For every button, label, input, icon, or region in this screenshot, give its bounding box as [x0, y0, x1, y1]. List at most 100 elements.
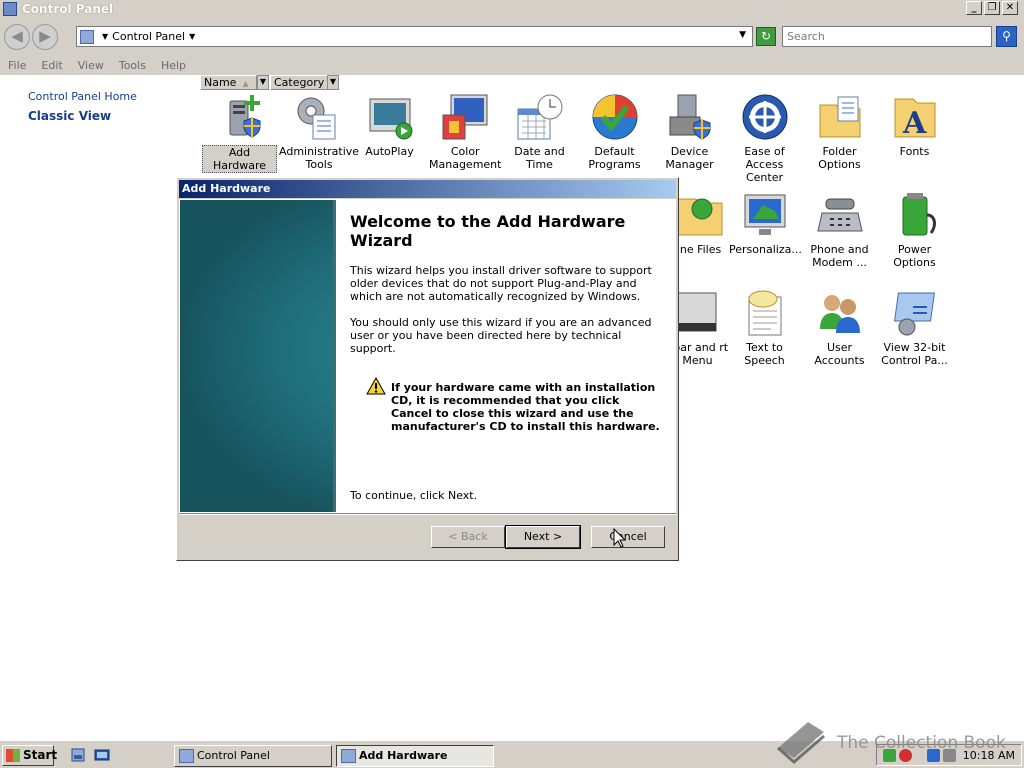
item-ease-of-access[interactable]: Ease of Access Center [727, 93, 802, 184]
taskbar: Start Control Panel Add Hardware 10:18 A… [0, 740, 1024, 768]
breadcrumb-location[interactable]: Control Panel [112, 30, 185, 43]
warning-icon [366, 376, 390, 397]
control-panel-icon [179, 749, 194, 763]
view-32bit-icon [891, 289, 939, 337]
autoplay-icon [366, 93, 414, 141]
mouse-pointer-icon [613, 527, 627, 548]
address-toolbar: ◀ ▶ ▼ Control Panel ▼ ▼ ↻ Search ⚲ [0, 18, 1024, 56]
default-programs-icon [591, 93, 639, 141]
menu-tools[interactable]: Tools [119, 59, 146, 72]
windows-flag-icon [6, 749, 20, 762]
breadcrumb-dropdown-icon[interactable]: ▼ [189, 32, 195, 41]
menu-help[interactable]: Help [161, 59, 186, 72]
wizard-side-graphic [180, 200, 336, 512]
switch-windows-icon[interactable] [94, 747, 110, 763]
restore-button[interactable]: ❐ [984, 1, 1000, 15]
taskbar-button-add-hardware[interactable]: Add Hardware [336, 745, 494, 767]
menu-view[interactable]: View [78, 59, 104, 72]
item-label: Administrative Tools [279, 145, 360, 171]
dialog-separator [179, 513, 676, 515]
dialog-title: Add Hardware [179, 180, 676, 198]
show-desktop-icon[interactable] [70, 747, 86, 763]
add-hardware-dialog: Add Hardware Welcome to the Add Hardware… [176, 177, 679, 561]
forward-nav-button[interactable]: ▶ [32, 24, 58, 50]
item-label: Power Options [893, 243, 936, 269]
item-default-programs[interactable]: Default Programs [577, 93, 652, 171]
sort-ascending-icon: ▲ [242, 79, 249, 88]
item-user-accounts[interactable]: User Accounts [802, 289, 877, 367]
item-label: Device Manager [665, 145, 714, 171]
address-history-dropdown-icon[interactable]: ▼ [739, 30, 746, 40]
item-add-hardware[interactable]: Add Hardware [202, 93, 277, 173]
security-shield-icon[interactable] [883, 749, 896, 762]
volume-muted-icon[interactable] [943, 749, 956, 762]
window-title: Control Panel [22, 2, 114, 16]
folder-options-icon [816, 93, 864, 141]
power-options-icon [891, 191, 939, 239]
item-label: View 32-bit Control Pa... [881, 341, 948, 367]
item-power-options[interactable]: Power Options [877, 191, 952, 269]
item-label: Phone and Modem ... [810, 243, 869, 269]
item-label: Color Management [429, 145, 502, 171]
taskbar-icon [677, 289, 726, 337]
name-column-header[interactable]: Name ▲ [200, 75, 257, 90]
taskbar-button-label: Add Hardware [359, 749, 448, 762]
item-autoplay[interactable]: AutoPlay [352, 93, 427, 158]
start-button[interactable]: Start [2, 745, 58, 766]
breadcrumb-arrow-icon[interactable]: ▼ [102, 32, 108, 41]
back-button[interactable]: < Back [431, 526, 505, 548]
item-label: Folder Options [818, 145, 861, 171]
wizard-advanced-text: You should only use this wizard if you a… [350, 316, 652, 355]
text-to-speech-icon [741, 289, 789, 337]
item-folder-options[interactable]: Folder Options [802, 93, 877, 171]
category-filter-dropdown-icon[interactable]: ▼ [327, 75, 339, 90]
administrative-tools-icon [291, 93, 339, 141]
wizard-body: Welcome to the Add Hardware Wizard This … [179, 199, 676, 513]
menu-edit[interactable]: Edit [41, 59, 62, 72]
start-label: Start [23, 748, 58, 762]
item-view-32bit[interactable]: View 32-bit Control Pa... [877, 289, 952, 367]
back-nav-button[interactable]: ◀ [4, 24, 30, 50]
system-tray: 10:18 AM [876, 744, 1022, 766]
classic-view-link[interactable]: Classic View [28, 109, 111, 123]
user-accounts-icon [816, 289, 864, 337]
item-administrative-tools[interactable]: Administrative Tools [277, 93, 359, 171]
control-panel-small-icon [80, 29, 94, 44]
alert-icon[interactable] [899, 749, 912, 762]
device-manager-icon [666, 93, 714, 141]
item-color-management[interactable]: Color Management [427, 93, 502, 171]
menu-file[interactable]: File [8, 59, 26, 72]
item-phone-and-modem[interactable]: Phone and Modem ... [802, 191, 877, 269]
column-headers: Name ▲ ▼ Category ▼ [200, 75, 1024, 90]
item-fonts[interactable]: A Fonts [877, 93, 952, 158]
color-management-icon [441, 93, 489, 141]
item-label: User Accounts [814, 341, 865, 367]
network-icon[interactable] [927, 749, 940, 762]
minimize-button[interactable]: _ [966, 1, 982, 15]
item-device-manager[interactable]: Device Manager [652, 93, 727, 171]
taskbar-button-control-panel[interactable]: Control Panel [174, 745, 332, 767]
refresh-button[interactable]: ↻ [756, 27, 776, 46]
task-pane: Control Panel Home Classic View [0, 75, 200, 740]
search-input[interactable]: Search [782, 26, 992, 47]
cancel-button[interactable]: Cancel [591, 526, 665, 548]
clock[interactable]: 10:18 AM [963, 749, 1015, 762]
next-button[interactable]: Next > [505, 525, 581, 549]
address-bar[interactable]: ▼ Control Panel ▼ ▼ [76, 26, 753, 47]
control-panel-home-link[interactable]: Control Panel Home [28, 90, 137, 103]
warning-text: If your hardware came with an installati… [391, 381, 660, 433]
item-text-to-speech[interactable]: Text to Speech [727, 289, 802, 367]
name-filter-dropdown-icon[interactable]: ▼ [257, 75, 269, 90]
add-hardware-icon [216, 93, 264, 141]
search-icon[interactable]: ⚲ [996, 26, 1017, 47]
close-button[interactable]: ✕ [1002, 1, 1018, 15]
item-label: Fonts [899, 145, 930, 158]
category-column-header[interactable]: Category [270, 75, 328, 90]
phone-and-modem-icon [816, 191, 864, 239]
wizard-heading: Welcome to the Add Hardware Wizard [350, 212, 626, 250]
item-label: Date and Time [514, 145, 565, 171]
item-date-and-time[interactable]: Date and Time [502, 93, 577, 171]
item-label: line Files [673, 243, 722, 256]
item-personalization[interactable]: Personaliza... [727, 191, 802, 256]
continue-text: To continue, click Next. [350, 489, 478, 502]
